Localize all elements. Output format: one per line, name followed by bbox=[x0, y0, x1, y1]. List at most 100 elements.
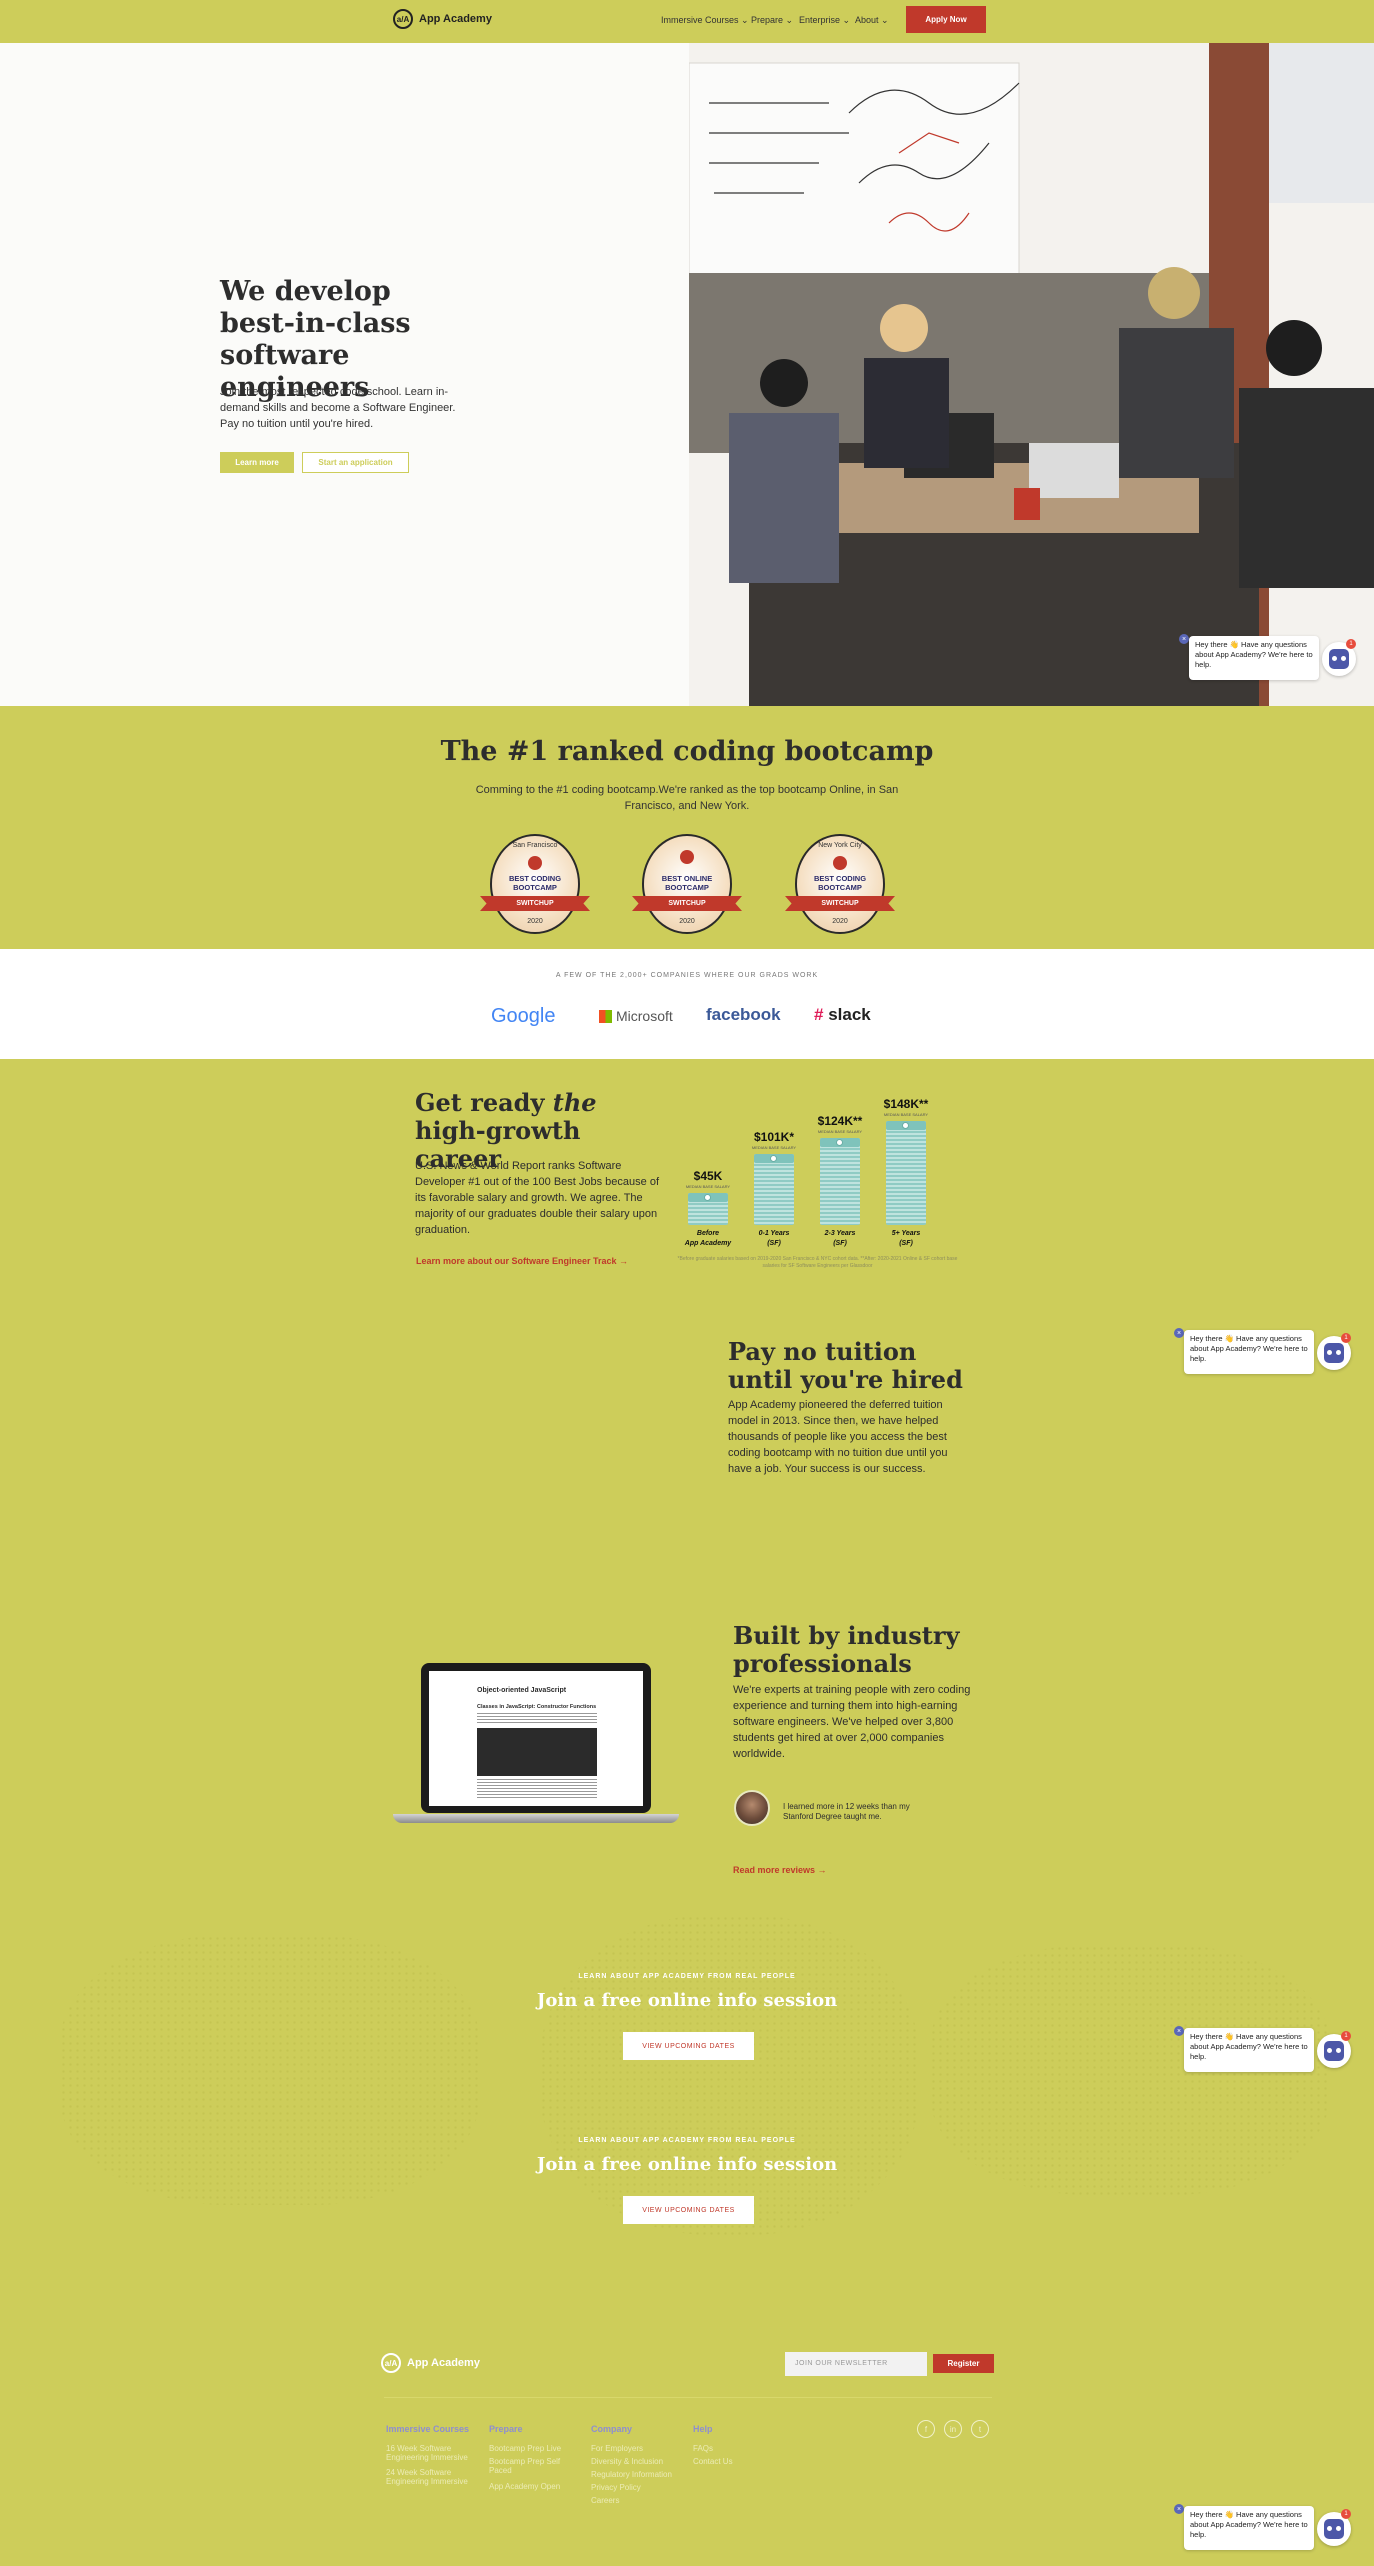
switchup-icon bbox=[680, 850, 694, 864]
category-line: 5+ Years bbox=[891, 1230, 921, 1237]
robot-icon bbox=[1324, 2519, 1344, 2539]
laptop-text-lines bbox=[477, 1779, 597, 1799]
top-nav: a/A App Academy Immersive Courses ⌄ Prep… bbox=[0, 0, 1374, 43]
salary-bar bbox=[754, 1154, 794, 1225]
chat-widget[interactable]: × Hey there 👋 Have any questions about A… bbox=[1174, 2504, 1354, 2550]
microsoft-squares-icon bbox=[599, 1010, 612, 1023]
footer-link[interactable]: Contact Us bbox=[693, 2457, 733, 2466]
footer-logo-text: App Academy bbox=[407, 2357, 480, 2369]
badge-line2: BOOTCAMP bbox=[513, 883, 557, 892]
facebook-icon[interactable]: f bbox=[917, 2420, 935, 2438]
nav-prepare[interactable]: Prepare ⌄ bbox=[751, 15, 793, 26]
newsletter-input[interactable]: JOIN OUR NEWSLETTER bbox=[785, 2352, 927, 2376]
read-more-reviews-link[interactable]: Read more reviews → bbox=[733, 1865, 827, 1875]
chat-message[interactable]: Hey there 👋 Have any questions about App… bbox=[1189, 636, 1319, 680]
salary-bar bbox=[886, 1121, 926, 1225]
view-upcoming-dates-button[interactable]: VIEW UPCOMING DATES bbox=[623, 2196, 754, 2224]
facebook-logo: facebook bbox=[706, 1005, 781, 1024]
badge-ribbon: SWITCHUP bbox=[480, 896, 590, 911]
tuition-title: Pay no tuition until you're hired bbox=[728, 1337, 963, 1394]
industry-body: We're experts at training people with ze… bbox=[733, 1684, 971, 1760]
close-icon[interactable]: × bbox=[1174, 2026, 1184, 2036]
salary-label: $148K** bbox=[883, 1097, 929, 1111]
laptop-base bbox=[393, 1814, 679, 1823]
google-logo: Google bbox=[491, 1005, 556, 1027]
footer-link[interactable]: 24 Week Software Engineering Immersive bbox=[386, 2468, 476, 2486]
apply-now-button[interactable]: Apply Now bbox=[906, 6, 986, 33]
close-icon[interactable]: × bbox=[1174, 2504, 1184, 2514]
salary-chart: $45K $101K* $124K** $148K** MEDIAN BASE … bbox=[675, 1075, 955, 1275]
footer-heading-prepare: Prepare bbox=[489, 2424, 523, 2434]
linkedin-icon[interactable]: in bbox=[944, 2420, 962, 2438]
dollar-bill-icon bbox=[902, 1122, 909, 1129]
view-upcoming-dates-button[interactable]: VIEW UPCOMING DATES bbox=[623, 2032, 754, 2060]
chat-message[interactable]: Hey there 👋 Have any questions about App… bbox=[1184, 2506, 1314, 2550]
badge-year: 2020 bbox=[679, 918, 695, 925]
dollar-bill-icon bbox=[704, 1194, 711, 1201]
chat-unread-badge: 1 bbox=[1346, 639, 1356, 649]
twitter-icon[interactable]: t bbox=[971, 2420, 989, 2438]
salary-label: $45K bbox=[693, 1169, 723, 1183]
microsoft-logo-text: Microsoft bbox=[616, 1008, 673, 1024]
close-icon[interactable]: × bbox=[1179, 634, 1189, 644]
badge-year: 2020 bbox=[527, 918, 543, 925]
salary-label: $101K* bbox=[753, 1130, 795, 1144]
salary-sublabel: MEDIAN BASE SALARY bbox=[751, 1145, 797, 1150]
footer-link[interactable]: App Academy Open bbox=[489, 2482, 560, 2491]
career-title-emphasis: the bbox=[552, 1088, 597, 1117]
footer-link[interactable]: Careers bbox=[591, 2496, 619, 2505]
logo-mark-icon: a/A bbox=[393, 9, 413, 29]
chat-widget[interactable]: × Hey there 👋 Have any questions about A… bbox=[1174, 1328, 1354, 1374]
category-label: Before App Academy bbox=[678, 1229, 738, 1249]
chevron-down-icon: ⌄ bbox=[785, 15, 794, 25]
footer-heading-help: Help bbox=[693, 2424, 713, 2434]
footer-link[interactable]: Diversity & Inclusion bbox=[591, 2457, 663, 2466]
dollar-bill-icon bbox=[770, 1155, 777, 1162]
career-body: U.S. News & World Report ranks Software … bbox=[415, 1160, 659, 1236]
chat-unread-badge: 1 bbox=[1341, 2031, 1351, 2041]
register-button[interactable]: Register bbox=[933, 2354, 994, 2373]
footer-link[interactable]: FAQs bbox=[693, 2444, 713, 2453]
chat-unread-badge: 1 bbox=[1341, 1333, 1351, 1343]
switchup-icon bbox=[833, 856, 847, 870]
chevron-down-icon: ⌄ bbox=[881, 15, 889, 25]
logo[interactable]: a/A App Academy bbox=[393, 9, 492, 29]
footer-link[interactable]: Bootcamp Prep Self Paced bbox=[489, 2457, 569, 2475]
slack-logo: # slack bbox=[814, 1005, 871, 1025]
footer-link[interactable]: For Employers bbox=[591, 2444, 643, 2453]
chat-widget[interactable]: × Hey there 👋 Have any questions about A… bbox=[1174, 2026, 1354, 2072]
chat-message[interactable]: Hey there 👋 Have any questions about App… bbox=[1184, 2028, 1314, 2072]
footer-link[interactable]: Regulatory Information bbox=[591, 2470, 672, 2479]
salary-bar bbox=[820, 1138, 860, 1225]
nav-immersive-courses[interactable]: Immersive Courses ⌄ bbox=[661, 15, 749, 26]
slack-hash-icon: # bbox=[814, 1005, 824, 1024]
footer-link[interactable]: Privacy Policy bbox=[591, 2483, 641, 2492]
category-line: (SF) bbox=[899, 1240, 913, 1247]
laptop-code-block bbox=[477, 1728, 597, 1776]
badge-ribbon: SWITCHUP bbox=[632, 896, 742, 911]
footer-logo[interactable]: a/A App Academy bbox=[381, 2353, 480, 2373]
nav-enterprise[interactable]: Enterprise ⌄ bbox=[799, 15, 850, 26]
footer-link[interactable]: Bootcamp Prep Live bbox=[489, 2444, 561, 2453]
chat-message[interactable]: Hey there 👋 Have any questions about App… bbox=[1184, 1330, 1314, 1374]
start-application-button[interactable]: Start an application bbox=[302, 452, 409, 473]
software-engineer-track-link[interactable]: Learn more about our Software Engineer T… bbox=[416, 1256, 628, 1266]
badge-nyc-best-coding: New York City BEST CODING BOOTCAMP SWITC… bbox=[785, 834, 895, 944]
logo-text: App Academy bbox=[419, 13, 492, 25]
dollar-bill-icon bbox=[836, 1139, 843, 1146]
learn-more-button[interactable]: Learn more bbox=[220, 452, 294, 473]
close-icon[interactable]: × bbox=[1174, 1328, 1184, 1338]
badge-line1: BEST CODING bbox=[508, 874, 562, 883]
info-eyebrow: LEARN ABOUT APP ACADEMY FROM REAL PEOPLE bbox=[578, 2137, 796, 2144]
info-eyebrow: LEARN ABOUT APP ACADEMY FROM REAL PEOPLE bbox=[578, 1973, 796, 1980]
badge-best-online: BEST ONLINE BOOTCAMP SWITCHUP 2020 bbox=[632, 834, 742, 944]
nav-about[interactable]: About ⌄ bbox=[855, 15, 889, 26]
chat-widget[interactable]: × Hey there 👋 Have any questions about A… bbox=[1179, 634, 1359, 680]
footer-link[interactable]: 16 Week Software Engineering Immersive bbox=[386, 2444, 476, 2462]
salary-sublabel: MEDIAN BASE SALARY bbox=[883, 1112, 929, 1117]
salary-sublabel: MEDIAN BASE SALARY bbox=[817, 1129, 863, 1134]
category-line: (SF) bbox=[833, 1240, 847, 1247]
world-map-dots bbox=[540, 1915, 920, 2235]
nav-label: Prepare bbox=[751, 15, 784, 25]
students-photo-illustration bbox=[689, 43, 1374, 706]
